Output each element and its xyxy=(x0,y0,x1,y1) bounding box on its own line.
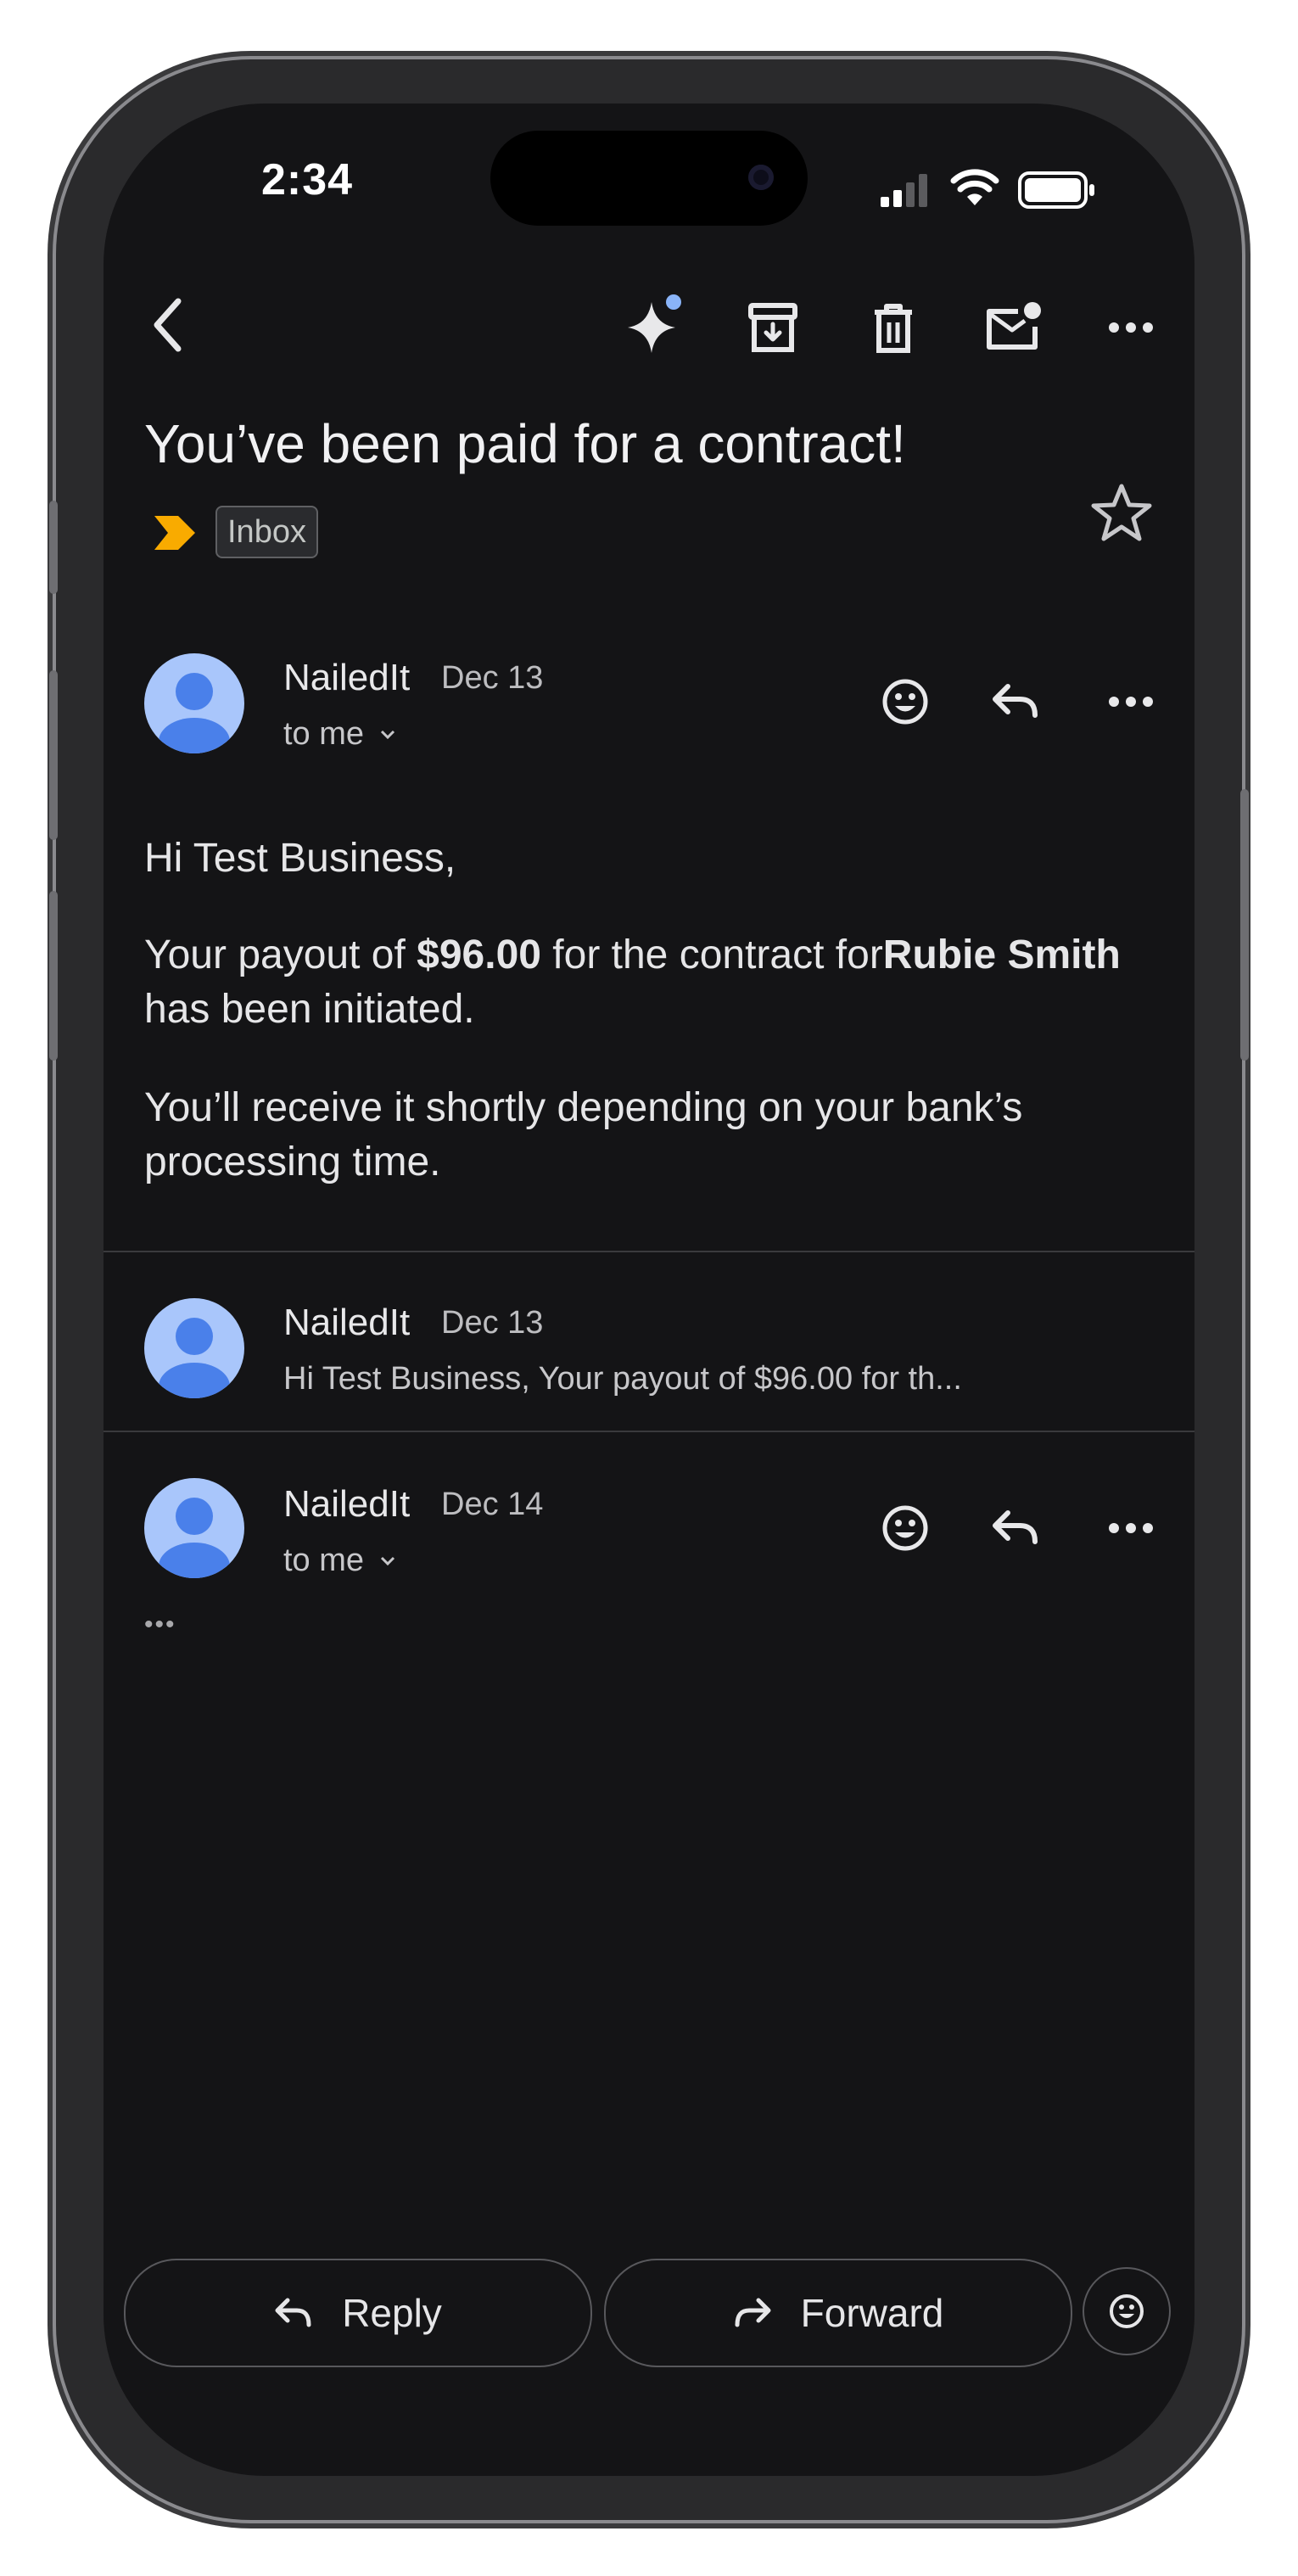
recipient-label: to me xyxy=(283,1543,365,1578)
reply-label: Reply xyxy=(342,2291,442,2335)
front-camera xyxy=(748,165,774,190)
collapsed-message[interactable] xyxy=(104,1252,1194,1429)
archive-icon[interactable] xyxy=(735,290,811,367)
payout-prefix: Your payout of xyxy=(144,932,417,977)
back-icon[interactable] xyxy=(137,287,197,363)
chevron-down-icon xyxy=(380,730,395,739)
volume-down-button xyxy=(49,891,58,1061)
sender-name[interactable]: NailedIt xyxy=(283,657,410,699)
sparkle-icon[interactable] xyxy=(613,282,697,367)
message-snippet: Hi Test Business, Your payout of $96.00 … xyxy=(283,1361,962,1397)
wifi-icon xyxy=(950,166,999,209)
volume-up-button xyxy=(49,670,58,840)
emoji-react-icon[interactable] xyxy=(867,664,943,740)
reply-icon xyxy=(275,2298,311,2327)
recipient-toggle[interactable]: to me xyxy=(283,1543,396,1579)
emoji-reaction-button[interactable] xyxy=(1083,2267,1171,2355)
message-more-icon[interactable] xyxy=(1093,1498,1169,1558)
reply-icon[interactable] xyxy=(977,1490,1054,1566)
payout-suffix: has been initiated. xyxy=(144,987,475,1032)
more-icon[interactable] xyxy=(1093,294,1169,361)
reply-icon[interactable] xyxy=(977,664,1054,740)
battery-icon xyxy=(1018,171,1096,209)
email-greeting: Hi Test Business, xyxy=(144,836,456,881)
avatar xyxy=(144,653,244,753)
star-icon[interactable] xyxy=(1079,470,1164,555)
forward-label: Forward xyxy=(800,2291,944,2335)
reply-button[interactable]: Reply xyxy=(124,2259,592,2367)
sender-name[interactable]: NailedIt xyxy=(283,1483,410,1526)
inbox-label[interactable]: Inbox xyxy=(215,506,318,558)
emoji-react-icon[interactable] xyxy=(867,1490,943,1566)
forward-button[interactable]: Forward xyxy=(604,2259,1072,2367)
power-button xyxy=(1240,789,1249,1061)
message-more-icon[interactable] xyxy=(1093,672,1169,731)
message-date: Dec 13 xyxy=(441,660,544,696)
divider xyxy=(104,1431,1194,1432)
gmail-screen: 2:34 You’ve been paid for a contract! In… xyxy=(104,104,1194,2476)
sender-name: NailedIt xyxy=(283,1302,411,1343)
contract-name: Rubie Smith xyxy=(882,932,1121,977)
signal-icon xyxy=(879,171,930,209)
avatar xyxy=(144,1298,244,1398)
emoji-icon xyxy=(1110,2294,1144,2328)
payout-paragraph: Your payout of $96.00 for the contract f… xyxy=(144,928,1145,1037)
action-button xyxy=(49,501,58,594)
message-date: Dec 14 xyxy=(441,1487,544,1522)
payout-middle: for the contract for xyxy=(540,932,883,977)
importance-marker-icon[interactable] xyxy=(153,514,197,552)
chevron-down-icon xyxy=(380,1556,395,1565)
processing-paragraph: You’ll receive it shortly depending on y… xyxy=(144,1085,1023,1184)
status-time: 2:34 xyxy=(261,155,354,204)
show-trimmed-content-button[interactable]: ••• xyxy=(144,1610,176,1639)
email-subject: You’ve been paid for a contract! xyxy=(144,413,906,474)
recipient-toggle[interactable]: to me xyxy=(283,716,396,753)
recipient-label: to me xyxy=(283,716,365,752)
avatar xyxy=(144,1478,244,1578)
message-date: Dec 13 xyxy=(441,1305,544,1341)
mark-unread-icon[interactable] xyxy=(972,285,1057,367)
trash-icon[interactable] xyxy=(855,290,932,367)
forward-icon xyxy=(735,2298,771,2327)
payout-amount: $96.00 xyxy=(417,932,541,977)
